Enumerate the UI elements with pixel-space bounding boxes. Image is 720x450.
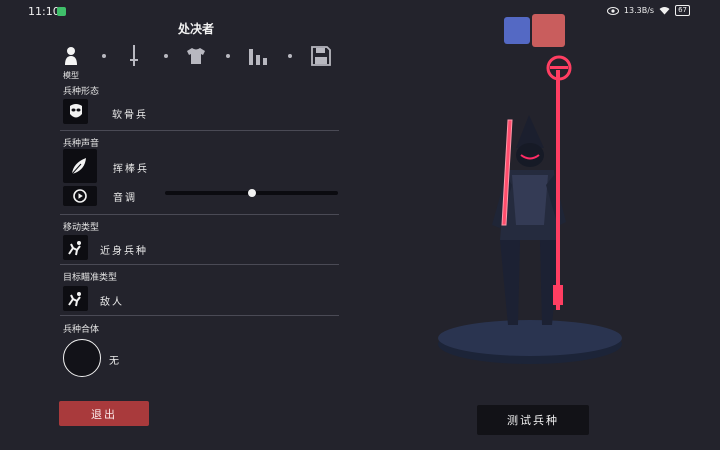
unit-voice-label: 兵种声音	[63, 139, 100, 149]
target-figure-icon	[67, 291, 81, 306]
preview-platform-top	[438, 320, 622, 356]
bars-icon	[249, 49, 267, 65]
tab-label-model: 模型	[63, 71, 79, 80]
merge-label: 兵种合体	[63, 325, 100, 335]
running-figure-icon	[67, 240, 81, 255]
shirt-icon	[187, 48, 205, 64]
tab-separator	[288, 54, 292, 58]
skull-mask-icon	[69, 103, 82, 117]
tab-separator	[226, 54, 230, 58]
save-icon	[311, 46, 331, 66]
tab-clothing[interactable]	[183, 42, 209, 70]
app-notification-icon	[57, 7, 66, 16]
play-voice-button[interactable]	[63, 186, 97, 206]
merge-value: 无	[109, 356, 121, 367]
divider	[60, 130, 339, 131]
tab-model[interactable]	[58, 42, 84, 70]
divider	[60, 214, 339, 215]
unit-base-label: 兵种形态	[63, 87, 100, 97]
pitch-slider-handle[interactable]	[247, 189, 256, 197]
movement-button[interactable]	[63, 235, 88, 260]
page-title: 处决者	[177, 22, 214, 36]
unit-voice-value: 挥棒兵	[113, 164, 149, 175]
status-time: 11:10	[28, 5, 60, 18]
category-tabs	[58, 42, 348, 72]
sword-icon	[130, 45, 138, 66]
merge-slot-button[interactable]	[63, 339, 101, 377]
unit-preview[interactable]	[420, 40, 640, 370]
test-unit-button[interactable]: 测试兵种	[477, 405, 589, 435]
battery-indicator: 67	[675, 5, 690, 16]
eye-icon	[606, 6, 619, 15]
movement-label: 移动类型	[63, 223, 100, 233]
targeting-label: 目标瞄准类型	[63, 273, 118, 283]
network-speed: 13.3B/s	[623, 6, 655, 15]
pitch-label: 音调	[113, 193, 137, 204]
exit-button[interactable]: 退出	[59, 401, 149, 426]
movement-value: 近身兵种	[100, 246, 148, 257]
tab-weapon[interactable]	[121, 42, 147, 70]
targeting-value: 敌人	[100, 297, 124, 308]
targeting-button[interactable]	[63, 286, 88, 311]
unit-base-value: 软骨兵	[112, 110, 148, 121]
tab-save[interactable]	[308, 42, 334, 70]
divider	[60, 264, 339, 265]
play-icon	[73, 189, 87, 203]
feather-icon	[71, 158, 86, 175]
wifi-icon	[659, 7, 670, 15]
tab-separator	[164, 54, 168, 58]
tab-separator	[102, 54, 106, 58]
divider	[60, 315, 339, 316]
unit-voice-button[interactable]	[63, 149, 97, 183]
unit-base-button[interactable]	[63, 99, 88, 124]
person-icon	[65, 47, 77, 65]
status-indicators: 13.3B/s 67	[606, 5, 690, 16]
tab-stats[interactable]	[245, 42, 271, 70]
